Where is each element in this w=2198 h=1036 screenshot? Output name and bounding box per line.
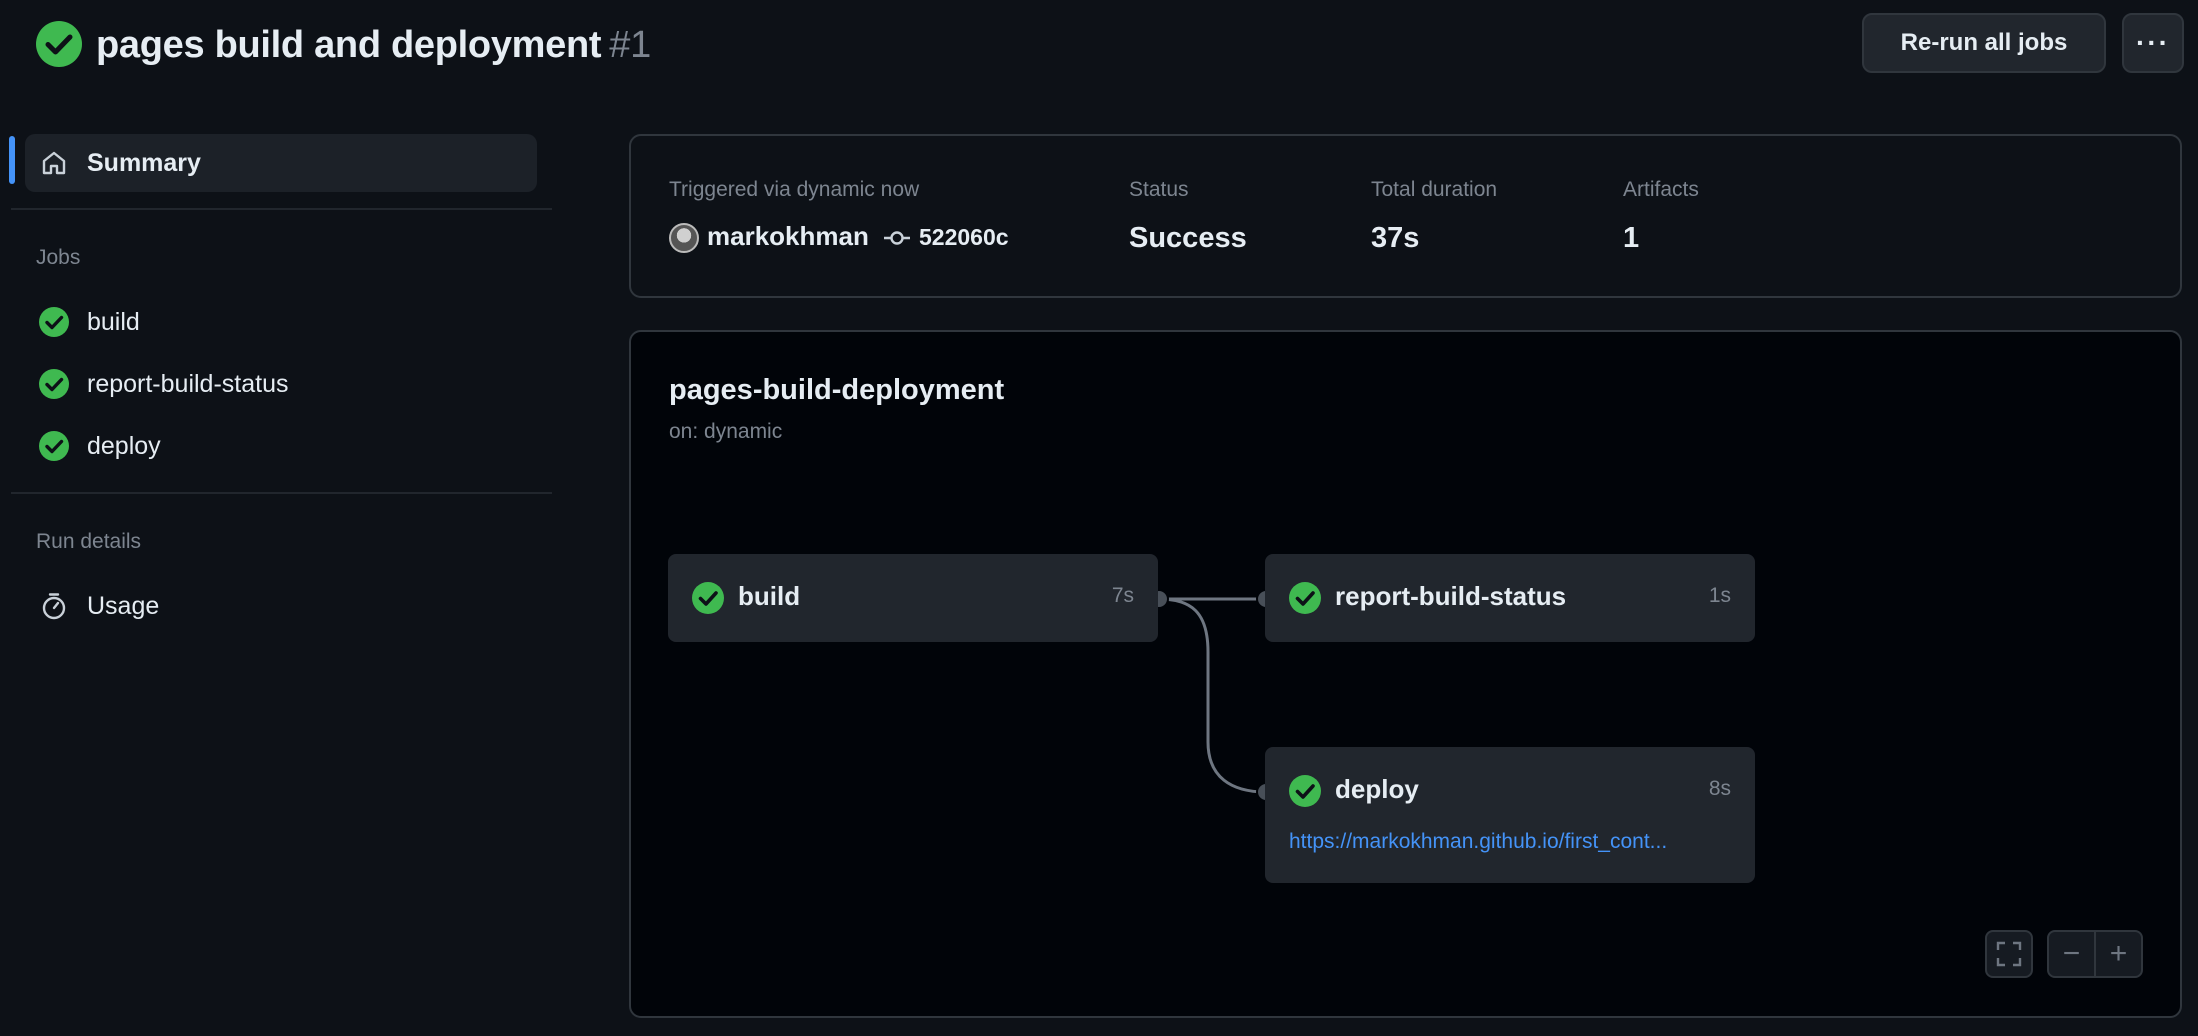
sidebar-divider [11,492,552,494]
workflow-file-name: pages-build-deployment [669,374,1005,406]
sidebar-item-label: deploy [87,431,161,460]
avatar [669,223,699,253]
success-check-icon [39,369,69,399]
zoom-out-button[interactable]: − [2049,932,2094,976]
sidebar-item-report-build-status[interactable]: report-build-status [25,355,537,413]
jobs-heading: Jobs [36,246,81,269]
job-node-build[interactable]: build 7s [668,554,1158,642]
sidebar-item-usage[interactable]: Usage [25,577,537,635]
sidebar-item-label: report-build-status [87,369,289,398]
trigger-label: Triggered via dynamic now [669,178,920,201]
artifacts-value[interactable]: 1 [1623,222,1639,255]
job-duration: 8s [1708,777,1731,800]
workflow-title: pages build and deployment [96,24,602,66]
sidebar-divider [11,208,552,210]
more-options-button[interactable]: ··· [2122,13,2184,73]
sidebar-item-summary[interactable]: Summary [25,134,537,192]
commit-icon [884,231,910,245]
fullscreen-icon [1996,941,2022,967]
sidebar: Summary Jobs build report-build-status d… [0,120,560,1020]
actor-link[interactable]: markokhman [707,221,869,252]
success-check-icon [36,21,82,67]
success-check-icon [692,582,724,614]
duration-label: Total duration [1371,178,1498,201]
zoom-in-button[interactable]: + [2096,932,2141,976]
rerun-all-jobs-button[interactable]: Re-run all jobs [1862,13,2106,73]
success-check-icon [39,307,69,337]
run-number: #1 [609,24,651,66]
job-node-report-build-status[interactable]: report-build-status 1s [1265,554,1755,642]
active-indicator [9,136,15,184]
sidebar-item-label: Usage [87,591,160,620]
stopwatch-icon [42,593,66,620]
status-value: Success [1129,222,1247,254]
success-check-icon [1289,582,1321,614]
workflow-graph-card: pages-build-deployment on: dynamic build… [629,330,2182,1018]
job-name: report-build-status [1335,581,1567,611]
page-title: pages build and deployment #1 [96,20,651,70]
home-icon [42,151,66,175]
job-name: build [738,581,801,611]
artifacts-label: Artifacts [1623,178,1699,201]
deployment-url-link[interactable]: https://markokhman.github.io/first_cont.… [1289,830,1667,854]
fullscreen-button[interactable] [1985,930,2033,978]
run-header: pages build and deployment #1 Re-run all … [0,0,2198,90]
job-duration: 1s [1708,584,1731,607]
sidebar-item-build[interactable]: build [25,293,537,351]
job-connectors [1149,589,1276,802]
zoom-controls: − + [2047,930,2143,978]
success-check-icon [1289,775,1321,807]
job-name: deploy [1335,774,1419,804]
status-label: Status [1129,178,1189,201]
sidebar-item-label: Summary [87,148,201,177]
job-node-deploy[interactable]: deploy 8s https://markokhman.github.io/f… [1265,747,1755,883]
sidebar-item-deploy[interactable]: deploy [25,417,537,475]
run-summary-card: Triggered via dynamic now markokhman 522… [629,134,2182,298]
sidebar-item-label: build [87,307,140,336]
job-duration: 7s [1111,584,1134,607]
duration-value: 37s [1371,222,1420,254]
commit-sha-link[interactable]: 522060c [919,224,1009,251]
run-details-heading: Run details [36,530,142,553]
workflow-trigger: on: dynamic [669,420,783,443]
success-check-icon [39,431,69,461]
